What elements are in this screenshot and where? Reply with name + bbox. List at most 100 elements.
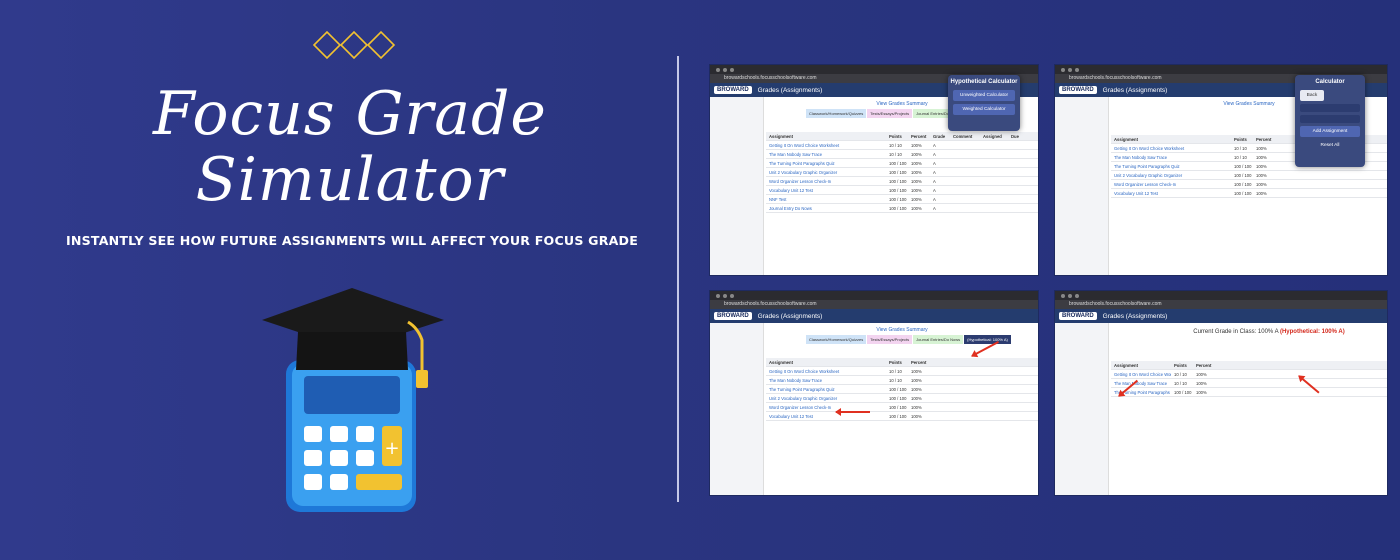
assignment-name[interactable]: Getting It On Word Choice Worksheet [766, 369, 886, 374]
col-grade: Grade [933, 133, 946, 139]
col-points: Points [889, 359, 902, 365]
assignment-name[interactable]: Word Organizer Lesson Check-In [1111, 182, 1231, 187]
table-row[interactable]: The Turning Point Paragraphs Quiz100 / 1… [766, 159, 1038, 168]
assignment-name[interactable]: Getting It On Word Choice Worksheet [766, 143, 886, 148]
promo-panel: Focus Grade Simulator INSTANTLY SEE HOW … [0, 0, 680, 560]
title-line-1: Focus Grade [153, 79, 547, 149]
hypothetical-grade: (Hypothetical: 100% A) [1279, 329, 1345, 335]
browser-tabs [710, 65, 1038, 74]
grade: A [933, 142, 936, 148]
app-header: BROWARD Grades (Assignments) [710, 309, 1038, 323]
assignment-name[interactable]: The Man Nobody Saw Trace [1111, 381, 1171, 386]
points: 100 / 100 [1174, 389, 1192, 395]
table-row[interactable]: Unit 2 Vocabulary Graphic Organizer 100 /… [766, 168, 1038, 177]
browser-tabs [710, 291, 1038, 300]
assignment-name[interactable]: Word Organizer Lesson Check-In [766, 405, 886, 410]
points: 100 / 100 [1234, 181, 1252, 187]
col-percent: Percent [911, 133, 927, 139]
points: 100 / 100 [889, 386, 907, 392]
table-row[interactable]: Vocabulary Unit 12 Test 100 / 100 100% [1111, 189, 1387, 198]
table-row[interactable]: The Man Nobody Saw Trace 10 / 10 100% [766, 376, 1038, 385]
browser-tabs [1055, 291, 1387, 300]
add-assignment-button[interactable]: Add Assignment [1300, 126, 1360, 137]
popup-title: Calculator [1315, 79, 1345, 85]
assignment-name[interactable]: Unit 2 Vocabulary Graphic Organizer [766, 396, 886, 401]
summary-link[interactable]: View Grades Summary [766, 327, 1038, 333]
grade: A [933, 196, 936, 202]
assignment-name[interactable]: Journal Entry Do Nows [766, 206, 886, 211]
table-row[interactable]: Vocabulary Unit 12 Test 100 / 100 100% [766, 412, 1038, 421]
col-assignment: Assignment [769, 133, 793, 139]
table-row[interactable]: Journal Entry Do Nows 100 / 100 100% A [766, 204, 1038, 213]
name-input[interactable] [1300, 104, 1360, 112]
page-title: Grades (Assignments) [757, 312, 823, 320]
app-logo: BROWARD [1059, 86, 1097, 94]
col-points: Points [889, 133, 902, 139]
table-row[interactable]: Getting It On Word Choice Worksheet10 / … [766, 367, 1038, 376]
percent: 100% [911, 160, 922, 166]
table-row[interactable]: Vocabulary Unit 12 Test 100 / 100 100% A [766, 186, 1038, 195]
assignment-name[interactable]: The Man Nobody Saw Trace [766, 378, 886, 383]
reset-all-button[interactable]: Reset All [1300, 140, 1360, 151]
assignment-name[interactable]: The Man Nobody Saw Trace [1111, 155, 1231, 160]
points: 100 / 100 [1234, 172, 1252, 178]
app-header: BROWARD Grades (Assignments) [1055, 309, 1387, 323]
assignment-name[interactable]: Unit 2 Vocabulary Graphic Organizer [1111, 173, 1231, 178]
points: 10 / 10 [889, 151, 902, 157]
percent: 100% [911, 404, 922, 410]
assignment-name[interactable]: Getting It On Word Choice Worksheet [1111, 372, 1171, 377]
table-row[interactable]: Word Organizer Lesson Check-In 100 / 100 1… [766, 403, 1038, 412]
percent: 100% [911, 142, 922, 148]
svg-text:+: + [384, 438, 399, 459]
assignment-name[interactable]: The Turning Point Paragraphs Quiz [1111, 164, 1231, 169]
table-row[interactable]: Getting It On Word Choice Worksheet10 / … [1111, 370, 1387, 379]
assignment-name[interactable]: The Turning Point Paragraphs Quiz [766, 161, 886, 166]
points: 10 / 10 [1234, 154, 1247, 160]
col-percent: Percent [911, 359, 927, 365]
calculator-popup: Calculator Back Add Assignment Reset All [1295, 75, 1365, 167]
assignment-name[interactable]: The Turning Point Paragraphs Quiz [766, 387, 886, 392]
weighted-button[interactable]: Weighted Calculator [953, 104, 1015, 115]
category: Tests/Essays/Projects [867, 109, 913, 118]
assignment-name[interactable]: Vocabulary Unit 12 Test [766, 188, 886, 193]
assignment-name[interactable]: Word Organizer Lesson Check-In [766, 179, 886, 184]
points: 10 / 10 [1174, 380, 1187, 386]
assignment-name[interactable]: Getting It On Word Choice Worksheet [1111, 146, 1231, 151]
assignment-name[interactable]: Vocabulary Unit 12 Test [766, 414, 886, 419]
assignment-name[interactable]: The Man Nobody Saw Trace [766, 152, 886, 157]
points: 10 / 10 [889, 142, 902, 148]
col-comment: Comment [953, 133, 973, 139]
table-row[interactable]: The Turning Point Paragraphs Quiz100 / 1… [1111, 388, 1387, 397]
unweighted-button[interactable]: Unweighted Calculator [953, 90, 1015, 101]
page-title: Grades (Assignments) [1102, 312, 1168, 320]
points: 100 / 100 [1234, 163, 1252, 169]
percent: 100% [911, 178, 922, 184]
points-input[interactable] [1300, 115, 1360, 123]
points: 100 / 100 [889, 413, 907, 419]
assignment-name[interactable]: NNF Test [766, 197, 886, 202]
back-button[interactable]: Back [1300, 90, 1324, 101]
table-row[interactable]: Unit 2 Vocabulary Graphic Organizer 100 /… [1111, 171, 1387, 180]
grade: A [933, 187, 936, 193]
table-row[interactable]: Word Organizer Lesson Check-In 100 / 100 1… [766, 177, 1038, 186]
url-bar: browardschools.focusschoolsoftware.com [1055, 300, 1387, 309]
popup-title: Hypothetical Calculator [950, 79, 1018, 85]
points: 10 / 10 [889, 368, 902, 374]
table-row[interactable]: The Man Nobody Saw Trace 10 / 10 100% [1111, 379, 1387, 388]
percent: 100% [1256, 154, 1267, 160]
category: Classwork/Homework/Quizzes [806, 335, 867, 344]
table-row[interactable]: Getting It On Word Choice Worksheet10 / … [766, 141, 1038, 150]
table-row[interactable]: Unit 2 Vocabulary Graphic Organizer 100 /… [766, 394, 1038, 403]
assignment-name[interactable]: Unit 2 Vocabulary Graphic Organizer [766, 170, 886, 175]
points: 100 / 100 [889, 169, 907, 175]
table-row[interactable]: NNF Test 100 / 100 100% A [766, 195, 1038, 204]
sidebar [1055, 323, 1109, 495]
table-row[interactable]: The Man Nobody Saw Trace 10 / 10 100% A [766, 150, 1038, 159]
table-row[interactable]: Word Organizer Lesson Check-In 100 / 100 1… [1111, 180, 1387, 189]
tagline: INSTANTLY SEE HOW FUTURE ASSIGNMENTS WIL… [66, 233, 639, 248]
points: 10 / 10 [889, 377, 902, 383]
percent: 100% [911, 187, 922, 193]
assignment-name[interactable]: Vocabulary Unit 12 Test [1111, 191, 1231, 196]
table-row[interactable]: The Turning Point Paragraphs Quiz100 / 1… [766, 385, 1038, 394]
points: 100 / 100 [889, 395, 907, 401]
